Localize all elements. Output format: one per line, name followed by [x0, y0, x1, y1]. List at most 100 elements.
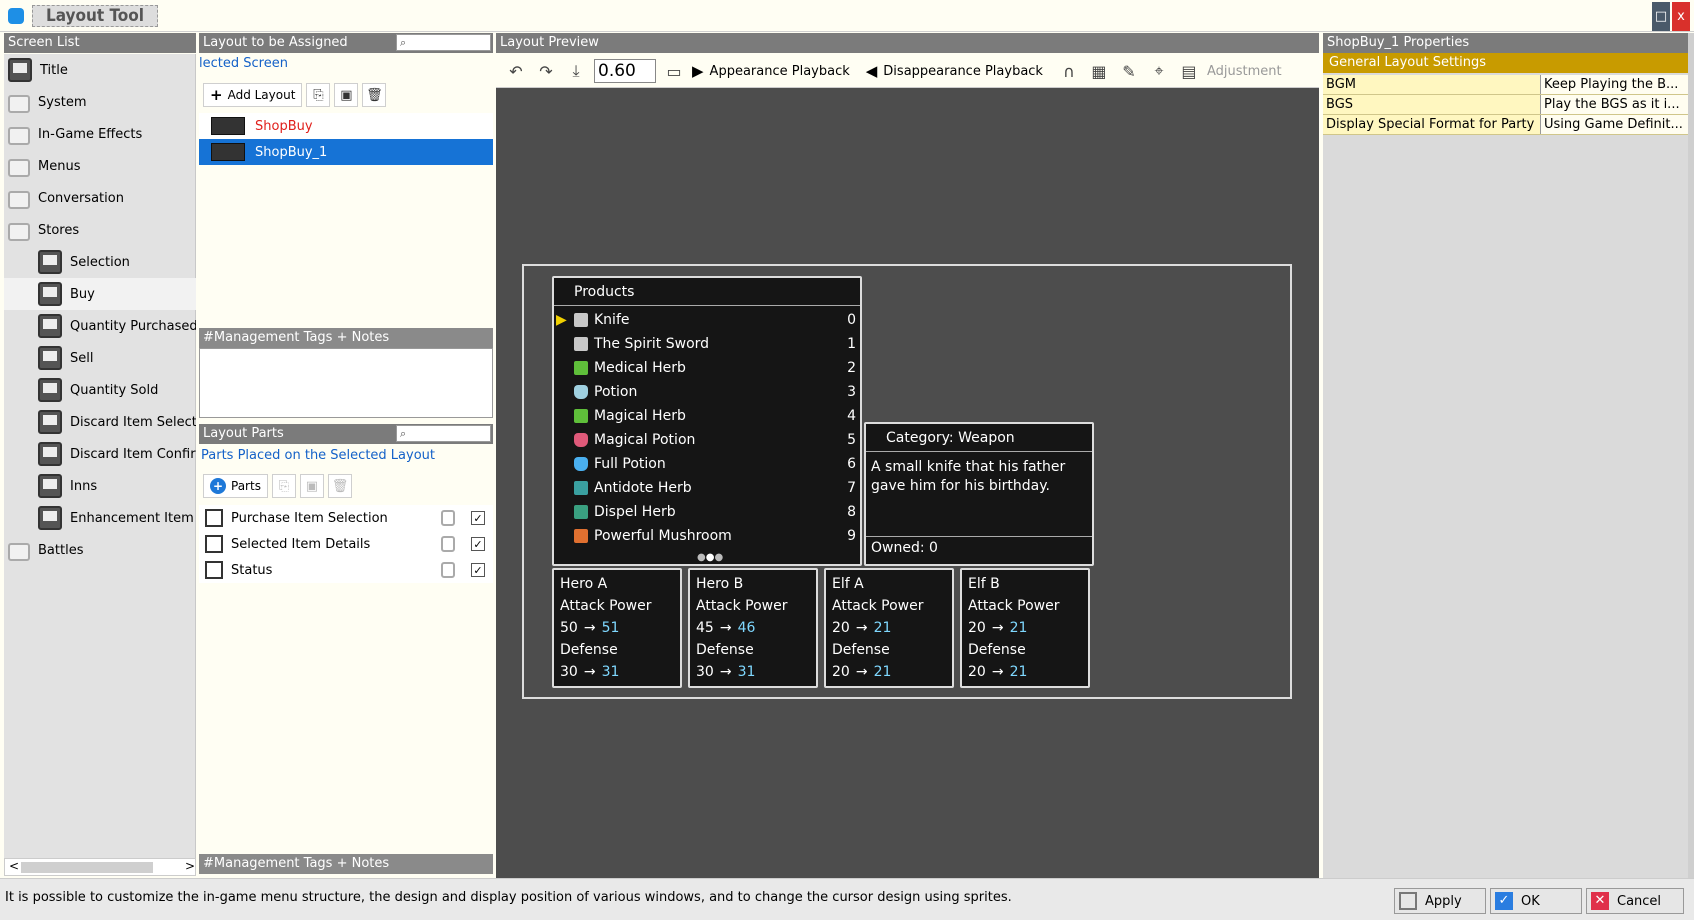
tree-item-battles[interactable]: Battles: [8, 534, 196, 566]
prop-row-bgs[interactable]: BGS Play the BGS as it i...: [1323, 95, 1689, 115]
product-row[interactable]: Full Potion 6: [574, 452, 856, 476]
tree-item-menus[interactable]: Menus: [8, 150, 196, 182]
tree-item-enhancement-item[interactable]: Enhancement Item S: [38, 502, 196, 534]
layout-notes-header: #Management Tags + Notes: [199, 328, 493, 348]
visible-checkbox[interactable]: ✓: [471, 537, 485, 551]
lock-icon[interactable]: [441, 510, 455, 526]
visible-checkbox[interactable]: ✓: [471, 563, 485, 577]
product-count: 9: [847, 528, 856, 544]
tree-item-system[interactable]: System: [8, 86, 196, 118]
add-parts-button[interactable]: + Parts: [203, 474, 268, 498]
pen-icon[interactable]: ✎: [1117, 59, 1141, 83]
defense-change: 30 → 31: [696, 664, 756, 680]
restore-button[interactable]: □: [1652, 2, 1670, 31]
product-row[interactable]: The Spirit Sword 1: [574, 332, 856, 356]
tree-item-sell[interactable]: Sell: [38, 342, 196, 374]
layout-search-input[interactable]: ⌕: [396, 34, 491, 51]
part-item[interactable]: Purchase Item Selection ✓: [199, 505, 493, 531]
adjustment-button[interactable]: Adjustment: [1207, 64, 1282, 79]
prop-row-special-format[interactable]: Display Special Format for Party Using Ga…: [1323, 115, 1689, 135]
product-row[interactable]: Dispel Herb 8: [574, 500, 856, 524]
tree-item-inns[interactable]: Inns: [38, 470, 196, 502]
search-icon: ⌕: [400, 427, 407, 440]
play-icon: ▶: [692, 62, 704, 80]
layout-item-shopbuy-1[interactable]: ShopBuy_1: [199, 139, 493, 165]
paste-icon[interactable]: ▣: [334, 83, 359, 107]
disappearance-playback-button[interactable]: ◀ Disappearance Playback: [866, 62, 1043, 80]
list-icon: [205, 509, 223, 527]
paste-icon[interactable]: ▣: [299, 474, 324, 498]
tree-item-stores[interactable]: Stores: [8, 214, 196, 246]
layout-notes-textarea[interactable]: [199, 348, 493, 418]
copy-icon[interactable]: ⎘: [271, 474, 296, 498]
product-name: The Spirit Sword: [594, 336, 710, 352]
tree-item-discard-item-selection[interactable]: Discard Item Selectio: [38, 406, 196, 438]
screen-icon[interactable]: ▭: [662, 59, 686, 83]
cancel-button[interactable]: ✕ Cancel: [1586, 888, 1684, 914]
preview-header: Layout Preview: [496, 33, 1319, 53]
part-item[interactable]: Selected Item Details ✓: [199, 531, 493, 557]
properties-scrollbar[interactable]: [1688, 33, 1694, 878]
layout-list: ShopBuy ShopBuy_1: [199, 113, 493, 165]
tree-item-quantity-purchased[interactable]: Quantity Purchased: [38, 310, 196, 342]
search-icon: ⌕: [400, 36, 407, 49]
dagger-icon: [574, 313, 588, 327]
monitor-icon: [38, 378, 62, 402]
align-icon[interactable]: ▤: [1177, 59, 1201, 83]
item-details-window[interactable]: Category: Weapon A small knife that his …: [864, 422, 1094, 566]
close-button[interactable]: x: [1672, 2, 1690, 31]
prop-row-bgm[interactable]: BGM Keep Playing the B...: [1323, 75, 1689, 95]
lock-icon[interactable]: [441, 562, 455, 578]
pin-icon[interactable]: ⌖: [1147, 59, 1171, 83]
fit-icon[interactable]: ⤓: [564, 59, 588, 83]
scroll-left-arrow[interactable]: <: [9, 859, 19, 873]
product-row[interactable]: ▶ Knife 0: [556, 308, 856, 332]
tree-item-discard-item-confirm[interactable]: Discard Item Confirm: [38, 438, 196, 470]
attack-change: 20 → 21: [832, 620, 892, 636]
parts-search-input[interactable]: ⌕: [396, 425, 491, 442]
monitor-icon: [8, 58, 32, 82]
monitor-icon: [38, 282, 62, 306]
tree-item-quantity-sold[interactable]: Quantity Sold: [38, 374, 196, 406]
magnet-icon[interactable]: ∩: [1057, 59, 1081, 83]
redo-icon[interactable]: ↷: [534, 59, 558, 83]
part-item[interactable]: Status ✓: [199, 557, 493, 583]
tree-item-in-game-effects[interactable]: In-Game Effects: [8, 118, 196, 150]
scroll-thumb[interactable]: [21, 862, 153, 873]
tree-item-selection[interactable]: Selection: [38, 246, 196, 278]
product-row[interactable]: Magical Potion 5: [574, 428, 856, 452]
trash-icon[interactable]: 🗑: [327, 474, 352, 498]
products-window[interactable]: Products ▶ Knife 0 The Spirit Sword 1 Medical…: [552, 276, 862, 566]
hero-name: Elf A: [832, 576, 864, 592]
lock-icon[interactable]: [441, 536, 455, 552]
attack-change: 45 → 46: [696, 620, 756, 636]
product-name: Full Potion: [594, 456, 666, 472]
grid-icon[interactable]: ▦: [1087, 59, 1111, 83]
appearance-playback-button[interactable]: ▶ Appearance Playback: [692, 62, 850, 80]
tree-item-buy[interactable]: Buy: [4, 278, 196, 310]
add-layout-button[interactable]: + Add Layout: [203, 83, 303, 107]
undo-icon[interactable]: ↶: [504, 59, 528, 83]
product-row[interactable]: Antidote Herb 7: [574, 476, 856, 500]
copy-icon[interactable]: ⎘: [306, 83, 331, 107]
layout-assign-subtitle: lected Screen: [199, 56, 288, 71]
visible-checkbox[interactable]: ✓: [471, 511, 485, 525]
tree-item-title[interactable]: Title: [8, 54, 196, 86]
apply-button[interactable]: Apply: [1394, 888, 1486, 914]
scroll-right-arrow[interactable]: >: [185, 859, 195, 873]
product-row[interactable]: Magical Herb 4: [574, 404, 856, 428]
defense-label: Defense: [968, 642, 1026, 658]
ok-button[interactable]: ✓ OK: [1490, 888, 1582, 914]
potion-icon: [574, 433, 588, 447]
trash-icon[interactable]: 🗑: [362, 83, 387, 107]
category-title: Category: Weapon: [866, 424, 1092, 452]
tree-hscrollbar[interactable]: < >: [4, 858, 196, 876]
page-dots: ●●●: [697, 552, 724, 563]
tree-item-conversation[interactable]: Conversation: [8, 182, 196, 214]
layout-item-shopbuy[interactable]: ShopBuy: [199, 113, 493, 139]
product-row[interactable]: Potion 3: [574, 380, 856, 404]
product-row[interactable]: Medical Herb 2: [574, 356, 856, 380]
status-text: It is possible to customize the in-game …: [5, 890, 1012, 905]
zoom-input[interactable]: 0.60: [594, 59, 656, 83]
product-row[interactable]: Powerful Mushroom 9: [574, 524, 856, 548]
